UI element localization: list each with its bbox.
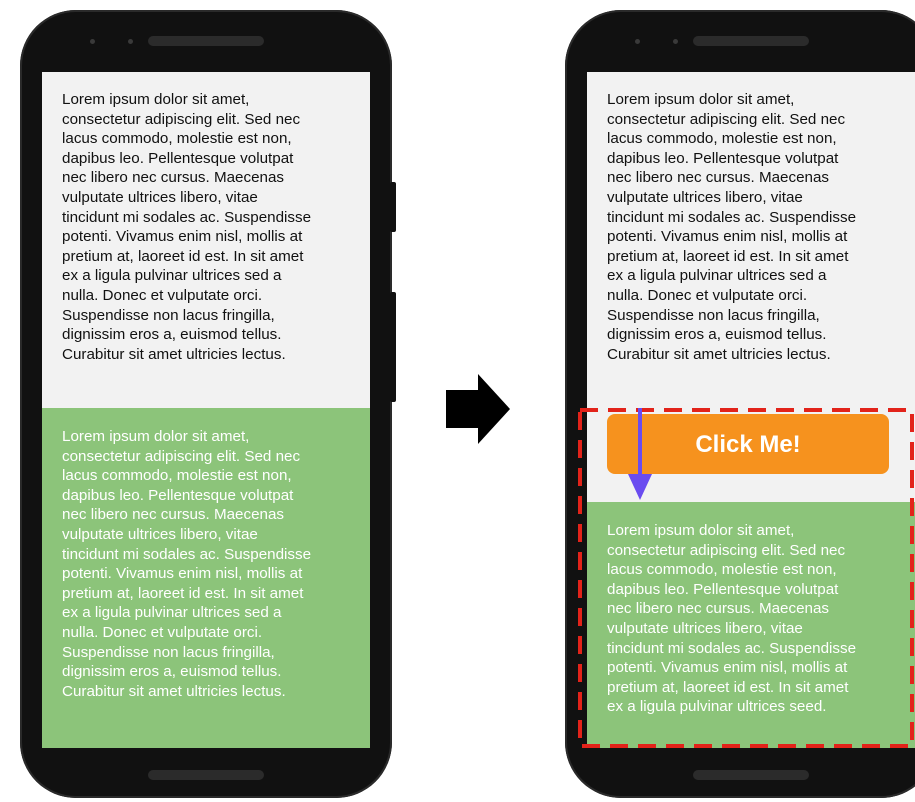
gray-content-block: Lorem ipsum dolor sit amet, consectetur … xyxy=(587,72,915,364)
screen-after: Lorem ipsum dolor sit amet, consectetur … xyxy=(587,72,915,748)
home-indicator xyxy=(148,770,264,780)
green-content-block: Lorem ipsum dolor sit amet, consectetur … xyxy=(587,502,915,748)
gray-paragraph: Lorem ipsum dolor sit amet, consectetur … xyxy=(62,91,312,363)
phone-camera xyxy=(673,39,678,44)
phone-speaker xyxy=(148,36,264,46)
phone-camera xyxy=(128,39,133,44)
green-content-block: Lorem ipsum dolor sit amet, consectetur … xyxy=(42,408,370,748)
screen-before: Lorem ipsum dolor sit amet, consectetur … xyxy=(42,72,370,748)
phone-speaker xyxy=(693,36,809,46)
gray-paragraph: Lorem ipsum dolor sit amet, consectetur … xyxy=(607,91,857,363)
green-paragraph: Lorem ipsum dolor sit amet, consectetur … xyxy=(607,522,857,716)
home-indicator xyxy=(693,770,809,780)
right-arrow-icon xyxy=(446,374,510,444)
green-paragraph: Lorem ipsum dolor sit amet, consectetur … xyxy=(62,428,312,700)
phone-sensor xyxy=(635,39,640,44)
gray-content-block: Lorem ipsum dolor sit amet, consectetur … xyxy=(42,72,370,364)
phone-sensor xyxy=(90,39,95,44)
phone-volume-button xyxy=(390,182,396,232)
phone-power-button xyxy=(390,292,396,402)
phone-after: Lorem ipsum dolor sit amet, consectetur … xyxy=(565,10,915,798)
phone-before: Lorem ipsum dolor sit amet, consectetur … xyxy=(20,10,392,798)
click-me-button[interactable]: Click Me! xyxy=(607,414,889,474)
